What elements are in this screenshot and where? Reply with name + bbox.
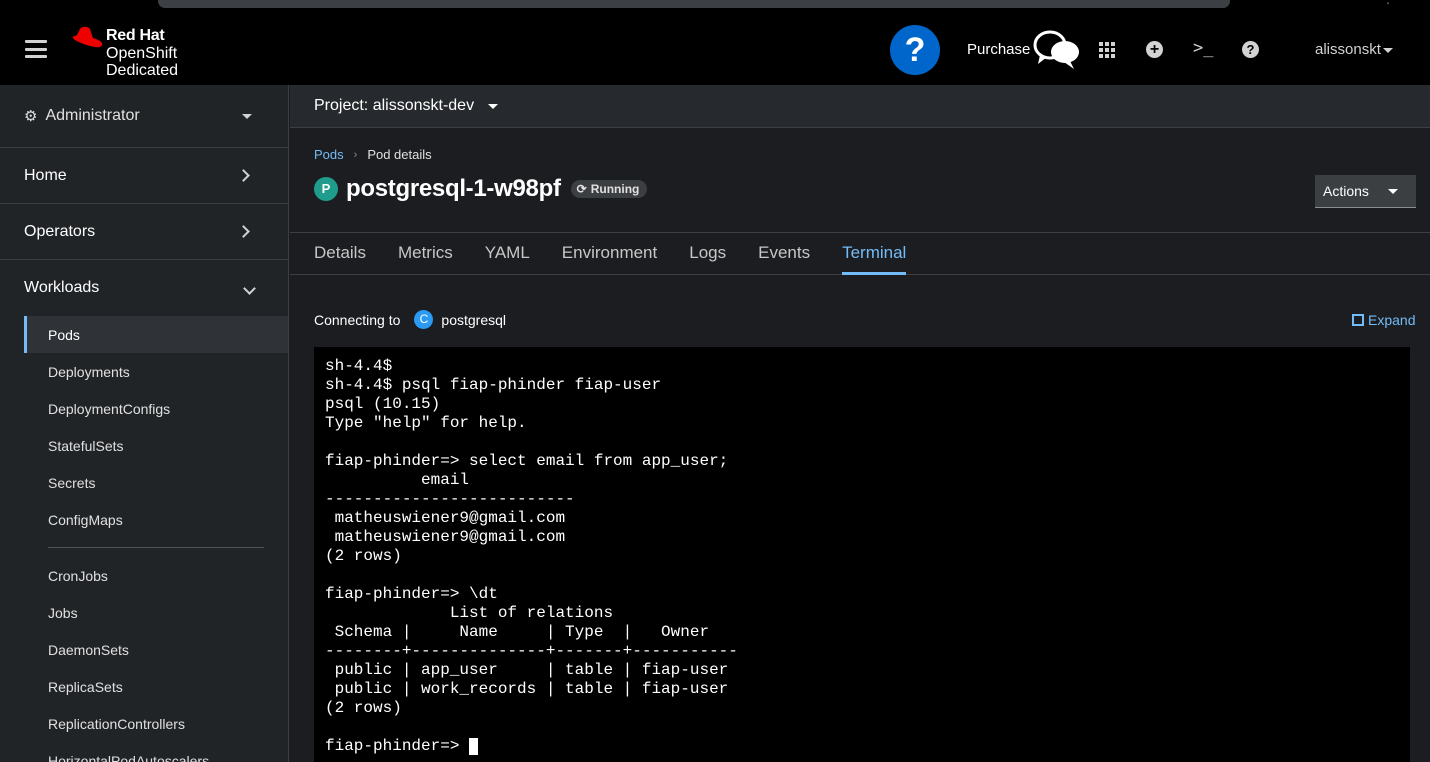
sidebar-item-secrets[interactable]: Secrets bbox=[24, 464, 288, 501]
caret-down-icon bbox=[488, 103, 499, 109]
caret-down-icon bbox=[1382, 47, 1393, 53]
caret-down-icon bbox=[1388, 189, 1398, 194]
browser-menu-icon[interactable]: ⋮ bbox=[1382, 0, 1394, 6]
nav-section-operators[interactable]: Operators bbox=[0, 204, 288, 260]
main-content: Project: alissonskt-dev Pods › Pod detai… bbox=[290, 85, 1430, 762]
sidebar-item-replicationcontrollers[interactable]: ReplicationControllers bbox=[24, 705, 288, 742]
add-icon[interactable]: + bbox=[1146, 41, 1163, 58]
tab-logs[interactable]: Logs bbox=[689, 233, 726, 275]
tab-details[interactable]: Details bbox=[314, 233, 366, 275]
app-launcher-icon[interactable] bbox=[1099, 42, 1115, 58]
nav-section-label: Operators bbox=[24, 222, 96, 240]
breadcrumb-separator-icon: › bbox=[353, 148, 358, 161]
nav-section-workloads[interactable]: Workloads bbox=[0, 260, 288, 316]
tab-environment[interactable]: Environment bbox=[562, 233, 657, 275]
tab-terminal[interactable]: Terminal bbox=[842, 233, 907, 275]
sidebar-item-daemonsets[interactable]: DaemonSets bbox=[24, 631, 288, 668]
expand-icon bbox=[1352, 314, 1364, 326]
project-label: Project: alissonskt-dev bbox=[314, 97, 475, 114]
tab-metrics[interactable]: Metrics bbox=[398, 233, 453, 275]
tab-bar: Details Metrics YAML Environment Logs Ev… bbox=[290, 232, 1430, 275]
purchase-link[interactable]: Purchase bbox=[967, 41, 1030, 58]
breadcrumb-link-pods[interactable]: Pods bbox=[314, 147, 344, 162]
status-label: Running bbox=[590, 182, 640, 196]
chevron-right-icon bbox=[237, 169, 250, 182]
nav-divider bbox=[48, 547, 264, 548]
sidebar-item-deploymentconfigs[interactable]: DeploymentConfigs bbox=[24, 390, 288, 427]
redhat-hat-icon bbox=[72, 26, 103, 48]
sidebar-item-statefulsets[interactable]: StatefulSets bbox=[24, 427, 288, 464]
nav-section-label: Home bbox=[24, 166, 67, 184]
hamburger-icon[interactable] bbox=[25, 40, 47, 58]
chevron-right-icon bbox=[237, 225, 250, 238]
connecting-label: Connecting to bbox=[314, 311, 401, 328]
tab-yaml[interactable]: YAML bbox=[485, 233, 530, 275]
app-window: ⋮ Red Hat OpenShift Dedicated ? Purchase… bbox=[0, 0, 1430, 762]
actions-dropdown[interactable]: Actions bbox=[1315, 175, 1416, 208]
terminal-icon[interactable]: >_ bbox=[1193, 38, 1213, 58]
breadcrumb-current: Pod details bbox=[367, 147, 432, 162]
chat-icon[interactable] bbox=[1032, 28, 1082, 77]
expand-label: Expand bbox=[1368, 312, 1416, 328]
terminal-output: sh-4.4$ sh-4.4$ psql fiap-phinder fiap-u… bbox=[325, 357, 738, 717]
perspective-label: Administrator bbox=[45, 107, 140, 124]
cogs-icon: ⚙ bbox=[24, 108, 38, 125]
project-selector[interactable]: Project: alissonskt-dev bbox=[290, 85, 1430, 128]
user-menu[interactable]: alissonskt bbox=[1315, 41, 1393, 58]
perspective-switcher[interactable]: ⚙ Administrator bbox=[0, 85, 288, 148]
actions-label: Actions bbox=[1323, 183, 1369, 199]
breadcrumb: Pods › Pod details bbox=[314, 147, 432, 162]
nav-section-label: Workloads bbox=[24, 279, 100, 296]
caret-down-icon bbox=[242, 114, 252, 119]
page-heading: P postgresql-1-w98pf ⟳ Running bbox=[314, 175, 648, 203]
sidebar-item-cronjobs[interactable]: CronJobs bbox=[24, 557, 288, 594]
tab-events[interactable]: Events bbox=[758, 233, 810, 275]
brand-line-2: OpenShift bbox=[106, 45, 178, 62]
chevron-down-icon bbox=[243, 282, 256, 295]
question-icon[interactable]: ? bbox=[1242, 41, 1259, 58]
browser-address-bar[interactable] bbox=[158, 0, 1230, 8]
expand-button[interactable]: Expand bbox=[1352, 312, 1415, 328]
sidebar-item-replicasets[interactable]: ReplicaSets bbox=[24, 668, 288, 705]
sidebar-item-configmaps[interactable]: ConfigMaps bbox=[24, 501, 288, 538]
terminal-connection-row: Connecting to C postgresql bbox=[314, 310, 506, 329]
sidebar: ⚙ Administrator Home Operators Workloads… bbox=[0, 85, 289, 762]
sidebar-item-horizontalpodautoscalers[interactable]: HorizontalPodAutoscalers bbox=[24, 742, 288, 762]
browser-strip: ⋮ bbox=[0, 0, 1430, 14]
user-name: alissonskt bbox=[1315, 41, 1381, 58]
workloads-subnav: Pods Deployments DeploymentConfigs State… bbox=[0, 316, 288, 762]
sidebar-item-jobs[interactable]: Jobs bbox=[24, 594, 288, 631]
terminal-console[interactable]: sh-4.4$ sh-4.4$ psql fiap-phinder fiap-u… bbox=[314, 347, 1410, 762]
brand-line-1: Red Hat bbox=[106, 27, 165, 44]
help-icon[interactable]: ? bbox=[890, 25, 940, 75]
status-badge: ⟳ Running bbox=[570, 180, 648, 198]
container-badge: C bbox=[414, 310, 434, 329]
page-title: postgresql-1-w98pf bbox=[346, 175, 561, 202]
terminal-prompt: fiap-phinder=> bbox=[325, 737, 470, 755]
sync-icon: ⟳ bbox=[576, 182, 587, 196]
pod-resource-badge: P bbox=[314, 177, 338, 201]
sidebar-item-deployments[interactable]: Deployments bbox=[24, 353, 288, 390]
sidebar-item-pods[interactable]: Pods bbox=[24, 316, 288, 353]
terminal-cursor bbox=[469, 738, 479, 755]
brand-line-3: Dedicated bbox=[106, 62, 179, 79]
masthead: Red Hat OpenShift Dedicated ? Purchase +… bbox=[0, 14, 1430, 85]
nav-section-home[interactable]: Home bbox=[0, 148, 288, 204]
container-name[interactable]: postgresql bbox=[441, 312, 506, 328]
